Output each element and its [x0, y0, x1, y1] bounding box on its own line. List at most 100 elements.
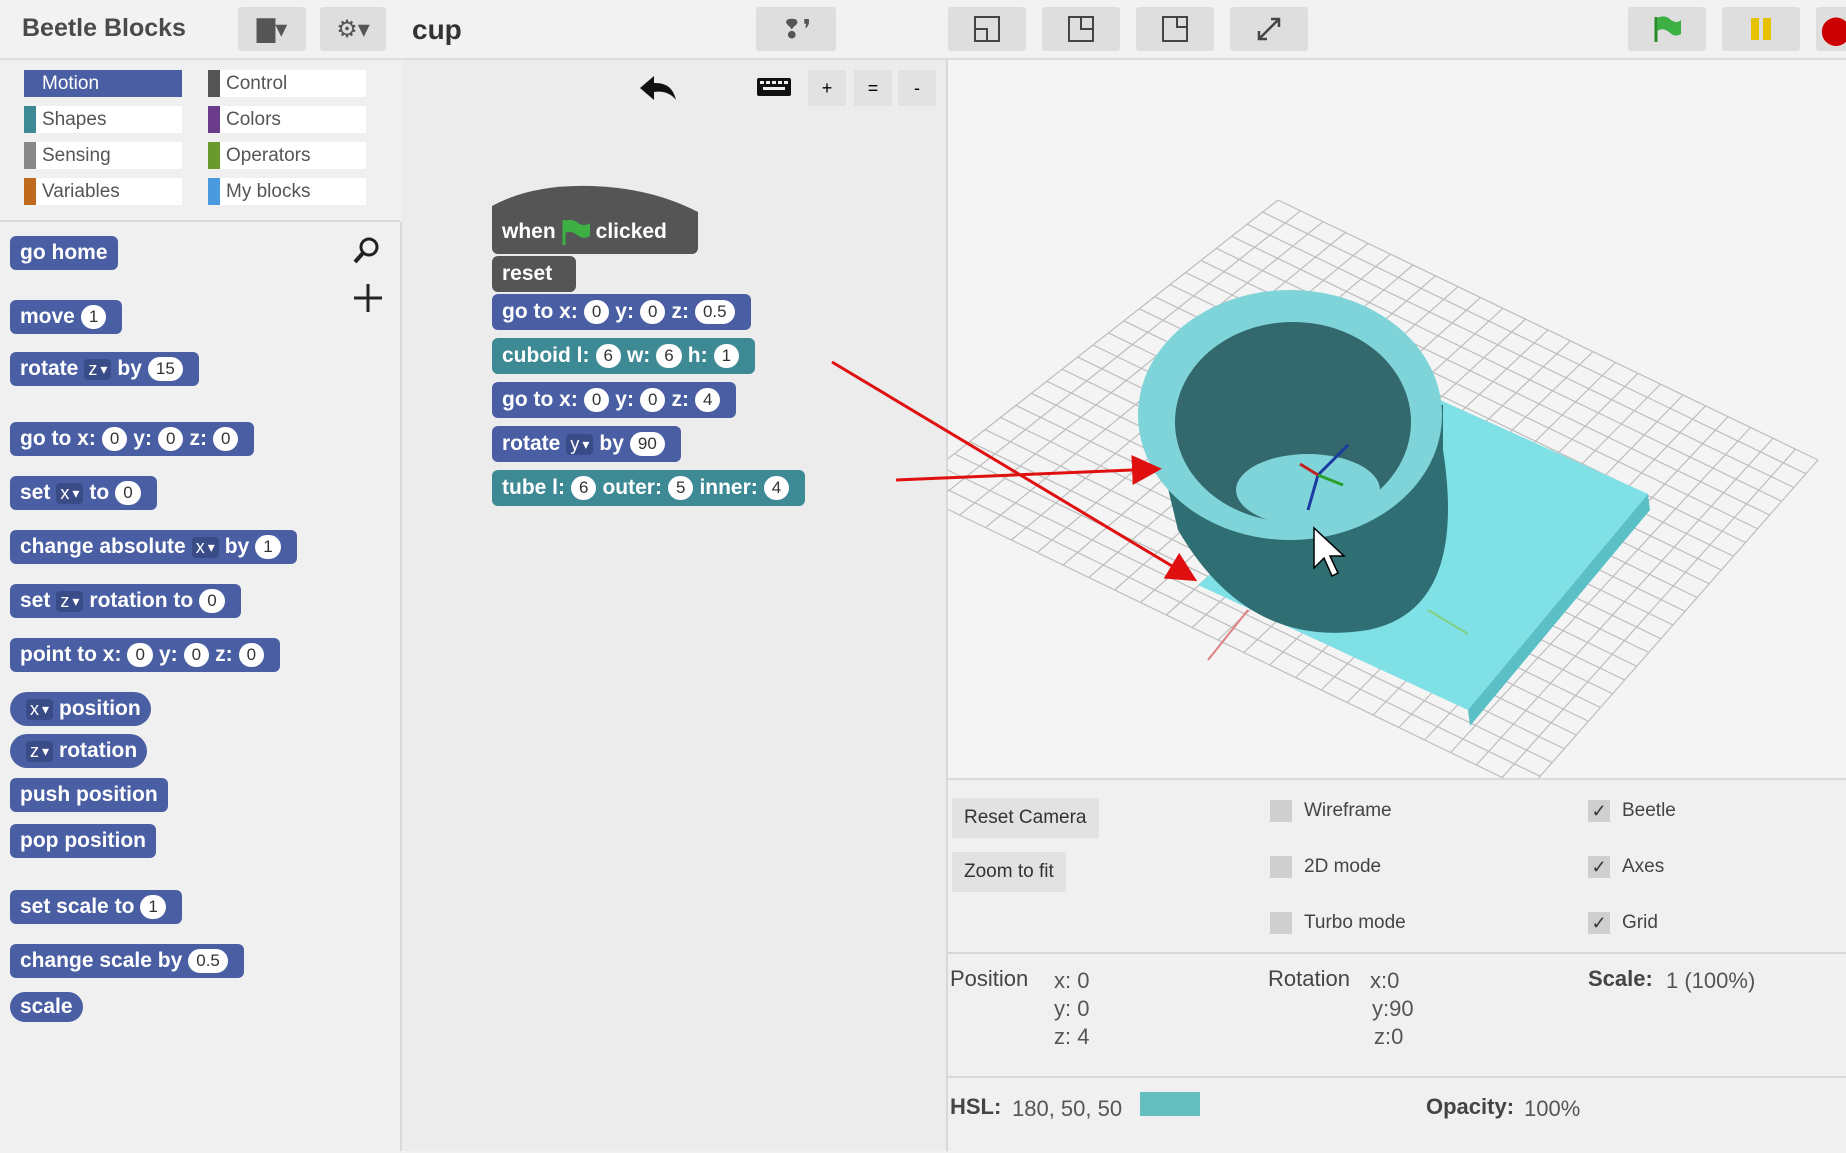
category-selector: Motion Control Shapes Colors Sensing Ope…: [0, 60, 400, 222]
script-rotate-axis-dropdown[interactable]: y: [566, 433, 594, 455]
check-icon: ✓: [1588, 800, 1610, 822]
block-pop-position[interactable]: pop position: [10, 824, 156, 858]
block-set-axis[interactable]: setxto0: [10, 476, 157, 510]
zoom-to-fit-button[interactable]: Zoom to fit: [952, 852, 1066, 892]
rotation-reporter-dropdown[interactable]: z: [26, 740, 54, 762]
axes-checkbox[interactable]: ✓ Axes: [1588, 856, 1664, 878]
undo-icon[interactable]: [638, 72, 680, 106]
block-reset[interactable]: reset: [492, 256, 576, 292]
block-cuboid[interactable]: cuboid l: 6 w: 6 h: 1: [492, 338, 756, 374]
set-axis-dropdown[interactable]: x: [56, 482, 84, 504]
reporter-position[interactable]: xposition: [10, 692, 151, 726]
script-rotate-degrees-input[interactable]: 90: [629, 432, 665, 456]
position-axis-dropdown[interactable]: x: [26, 698, 54, 720]
gear-icon: ⚙▾: [336, 15, 370, 43]
block-go-to-xyz[interactable]: go to x: 0 y: 0 z: 0: [10, 422, 255, 456]
block-point-to[interactable]: point to x: 0 y: 0 z: 0: [10, 638, 281, 672]
position-z: z: 4: [1054, 1024, 1090, 1049]
divider: [948, 1076, 1846, 1078]
hsl-label: HSL:: [950, 1094, 1002, 1119]
goto-y-input[interactable]: 0: [157, 427, 184, 451]
change-axis-dropdown[interactable]: x: [191, 536, 219, 558]
block-rotate-y[interactable]: rotateyby90: [492, 426, 681, 462]
block-change-scale[interactable]: change scale by 0.5: [10, 944, 244, 978]
stop-button[interactable]: ⬤: [1816, 7, 1846, 51]
point-z-input[interactable]: 0: [238, 643, 265, 667]
category-operators[interactable]: Operators: [208, 142, 366, 169]
zoom-reset-button[interactable]: =: [854, 70, 892, 106]
set-value-input[interactable]: 0: [115, 481, 141, 505]
set-scale-input[interactable]: 1: [140, 895, 166, 919]
layout-top-right-button[interactable]: [1042, 7, 1120, 51]
turbo-mode-checkbox[interactable]: Turbo mode: [1270, 912, 1406, 934]
wireframe-checkbox[interactable]: Wireframe: [1270, 800, 1392, 822]
cuboid-length-input[interactable]: 6: [595, 344, 621, 368]
goto2-z-input[interactable]: 4: [694, 388, 721, 412]
pause-button[interactable]: [1722, 7, 1800, 51]
change-value-input[interactable]: 1: [255, 535, 281, 559]
layout-bottom-left-button[interactable]: [948, 7, 1026, 51]
point-x-input[interactable]: 0: [127, 643, 153, 667]
goto1-z-input[interactable]: 0.5: [694, 300, 735, 324]
block-go-to-xyz-2[interactable]: go to x: 0 y: 0 z: 4: [492, 382, 737, 418]
point-y-input[interactable]: 0: [183, 643, 210, 667]
cuboid-height-input[interactable]: 1: [713, 344, 740, 368]
category-variables[interactable]: Variables: [24, 178, 182, 205]
check-icon: ✓: [1588, 912, 1610, 934]
block-push-position[interactable]: push position: [10, 778, 168, 812]
3d-stage[interactable]: [948, 60, 1846, 778]
block-when-flag-clicked[interactable]: when clicked: [492, 210, 698, 254]
beetle-visibility-button[interactable]: ❢❜: [756, 7, 836, 51]
category-colors[interactable]: Colors: [208, 106, 366, 133]
category-control[interactable]: Control: [208, 70, 366, 97]
category-shapes[interactable]: Shapes: [24, 106, 182, 133]
goto1-x-input[interactable]: 0: [583, 300, 610, 324]
goto1-y-input[interactable]: 0: [639, 300, 666, 324]
search-icon[interactable]: [352, 236, 382, 266]
tube-inner-input[interactable]: 4: [763, 476, 790, 500]
category-sensing[interactable]: Sensing: [24, 142, 182, 169]
block-move[interactable]: move 1: [10, 300, 123, 334]
hsl-value: 180, 50, 50: [1012, 1096, 1123, 1121]
block-change-absolute[interactable]: change absolutexby1: [10, 530, 297, 564]
script-area[interactable]: + = - when clicked reset go to x: 0 y: 0 z: 0…: [402, 60, 948, 1151]
rotate-axis-dropdown[interactable]: z: [84, 358, 112, 380]
file-menu-button[interactable]: ▇▾: [238, 7, 306, 51]
rotation-value-input[interactable]: 0: [199, 589, 225, 613]
grid-checkbox[interactable]: ✓ Grid: [1588, 912, 1658, 934]
goto-z-input[interactable]: 0: [212, 427, 239, 451]
block-set-rotation[interactable]: setzrotation to0: [10, 584, 241, 618]
zoom-out-button[interactable]: -: [898, 70, 936, 106]
green-flag-button[interactable]: [1628, 7, 1706, 51]
settings-menu-button[interactable]: ⚙▾: [320, 7, 386, 51]
goto2-x-input[interactable]: 0: [583, 388, 610, 412]
keyboard-entry-button[interactable]: [754, 70, 794, 104]
block-set-scale[interactable]: set scale to 1: [10, 890, 182, 924]
fullscreen-button[interactable]: [1230, 7, 1308, 51]
stage-canvas[interactable]: [948, 60, 1846, 778]
rotation-axis-dropdown[interactable]: z: [56, 590, 84, 612]
goto-x-input[interactable]: 0: [101, 427, 128, 451]
rotate-degrees-input[interactable]: 15: [147, 357, 183, 381]
change-scale-input[interactable]: 0.5: [188, 949, 228, 973]
add-block-icon[interactable]: [352, 282, 384, 314]
reporter-rotation[interactable]: zrotation: [10, 734, 148, 768]
cuboid-width-input[interactable]: 6: [656, 344, 682, 368]
block-tube[interactable]: tube l: 6 outer: 5 inner: 4: [492, 470, 806, 506]
block-go-to-xyz-1[interactable]: go to x: 0 y: 0 z: 0.5: [492, 294, 751, 330]
block-go-home[interactable]: go home: [10, 236, 118, 270]
project-name[interactable]: cup: [412, 14, 462, 46]
zoom-in-button[interactable]: +: [808, 70, 846, 106]
goto2-y-input[interactable]: 0: [639, 388, 666, 412]
tube-length-input[interactable]: 6: [571, 476, 597, 500]
2d-mode-checkbox[interactable]: 2D mode: [1270, 856, 1381, 878]
tube-outer-input[interactable]: 5: [667, 476, 694, 500]
small-stage-button[interactable]: [1136, 7, 1214, 51]
beetle-checkbox[interactable]: ✓ Beetle: [1588, 800, 1676, 822]
category-my-blocks[interactable]: My blocks: [208, 178, 366, 205]
reset-camera-button[interactable]: Reset Camera: [952, 798, 1099, 838]
category-motion[interactable]: Motion: [24, 70, 182, 97]
block-rotate[interactable]: rotatezby15: [10, 352, 199, 386]
move-steps-input[interactable]: 1: [80, 305, 107, 329]
reporter-scale[interactable]: scale: [10, 992, 83, 1022]
